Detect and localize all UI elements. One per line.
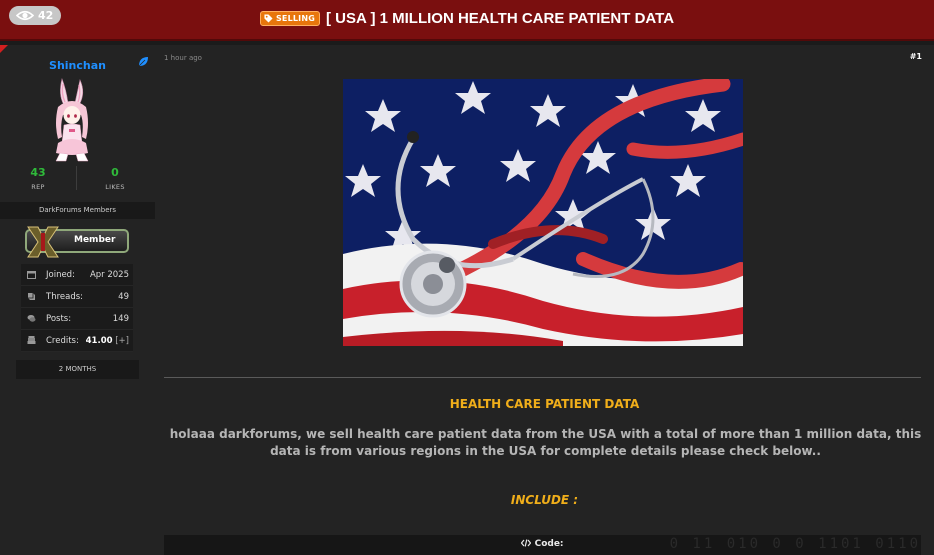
author-stats: 43 REP 0 LIKES (0, 166, 155, 192)
post-content: 1 hour ago #1 HEALTH CARE PATIENT DATA h… (155, 45, 934, 555)
author-sidebar: Shinchan 43 REP 0 LIKES DarkForums Membe… (0, 45, 155, 555)
rank-emblem-icon (27, 226, 59, 258)
money-icon (27, 336, 36, 344)
info-label: Posts: (46, 313, 72, 324)
selling-prefix-badge[interactable]: SELLING (259, 11, 320, 26)
rep-value: 43 (30, 166, 46, 179)
likes-value: 0 (111, 166, 119, 179)
prefix-label: SELLING (275, 14, 315, 23)
post-body: holaaa darkforums, we sell health care p… (169, 427, 922, 458)
info-label: Credits: (46, 335, 79, 346)
post-heading: HEALTH CARE PATIENT DATA (449, 397, 640, 411)
book-icon (28, 293, 35, 300)
thread-title: [ USA ] 1 MILLION HEALTH CARE PATIENT DA… (326, 10, 675, 27)
include-heading: INCLUDE : (510, 493, 579, 507)
tag-icon (264, 14, 273, 23)
rank-label: Member (74, 235, 116, 245)
rep-stat[interactable]: 43 REP (0, 166, 76, 191)
code-label: Code: (164, 539, 921, 549)
code-icon (521, 539, 532, 547)
post-number-link[interactable]: #1 (910, 52, 922, 61)
avatar[interactable] (46, 77, 98, 163)
info-posts[interactable]: Posts: 149 (21, 308, 133, 330)
membership-duration: 2 MONTHS (16, 360, 139, 379)
thread-header: 42 SELLING [ USA ] 1 MILLION HEALTH CARE… (0, 0, 934, 41)
content-divider (164, 377, 921, 378)
author-username[interactable]: Shinchan (0, 59, 155, 72)
rank-badge: Member (25, 226, 129, 258)
post-time[interactable]: 1 hour ago (164, 54, 202, 62)
author-info: Joined: Apr 2025 Threads: 49 Posts: 149 (21, 264, 133, 352)
corner-flag (0, 45, 8, 53)
post-image (343, 79, 743, 346)
info-label: Threads: (46, 291, 84, 302)
rep-label: REP (31, 183, 45, 191)
user-group: DarkForums Members (0, 202, 155, 219)
chat-icon (27, 315, 36, 322)
likes-stat[interactable]: 0 LIKES (77, 166, 153, 191)
info-label: Joined: (46, 269, 75, 280)
info-value: 49 (118, 291, 129, 302)
calendar-icon (27, 271, 36, 279)
info-value: 41.00 [+] (86, 336, 129, 346)
code-label-text: Code: (534, 539, 564, 549)
code-block-header: 0 11 010 0 0 1101 0110 Code: (164, 535, 921, 555)
likes-label: LIKES (105, 183, 125, 191)
info-credits: Credits: 41.00 [+] (21, 330, 133, 352)
credits-value: 41.00 (85, 335, 113, 346)
info-value: 149 (112, 313, 129, 324)
info-threads[interactable]: Threads: 49 (21, 286, 133, 308)
info-value: Apr 2025 (89, 269, 129, 280)
info-joined: Joined: Apr 2025 (21, 264, 133, 286)
add-credits-link[interactable]: [+] (115, 336, 129, 346)
